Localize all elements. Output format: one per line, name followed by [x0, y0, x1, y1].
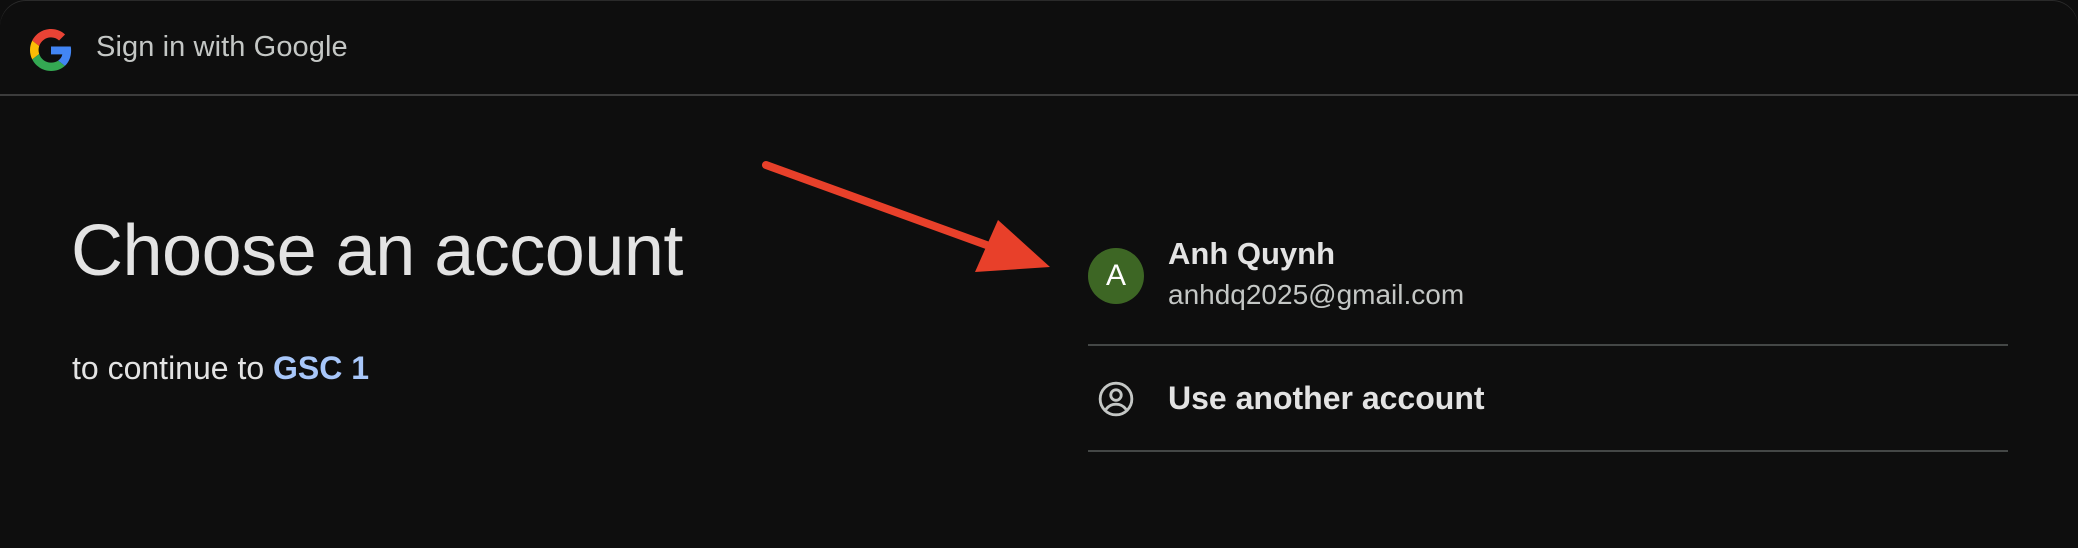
google-g-icon [30, 29, 72, 71]
account-item-anh-quynh[interactable]: A Anh Quynh anhdq2025@gmail.com [1088, 226, 2008, 344]
divider [1088, 450, 2008, 452]
use-another-account-label: Use another account [1168, 380, 1485, 416]
account-email: anhdq2025@gmail.com [1168, 279, 1465, 310]
dialog-header: Sign in with Google [0, 0, 2078, 96]
page-title: Choose an account [71, 211, 683, 291]
avatar: A [1088, 248, 1144, 304]
red-arrow-annotation [762, 161, 1050, 272]
account-circle-icon [1098, 381, 1134, 417]
subtitle: to continue to GSC 1 [72, 348, 369, 388]
use-another-account-button[interactable]: Use another account [1088, 346, 2008, 450]
subtitle-prefix: to continue to [72, 350, 274, 386]
sign-in-dialog: Sign in with Google Choose an account to… [0, 0, 2078, 548]
account-name: Anh Quynh [1168, 236, 1336, 271]
app-name-link[interactable]: GSC 1 [273, 350, 369, 386]
header-title: Sign in with Google [96, 31, 348, 63]
